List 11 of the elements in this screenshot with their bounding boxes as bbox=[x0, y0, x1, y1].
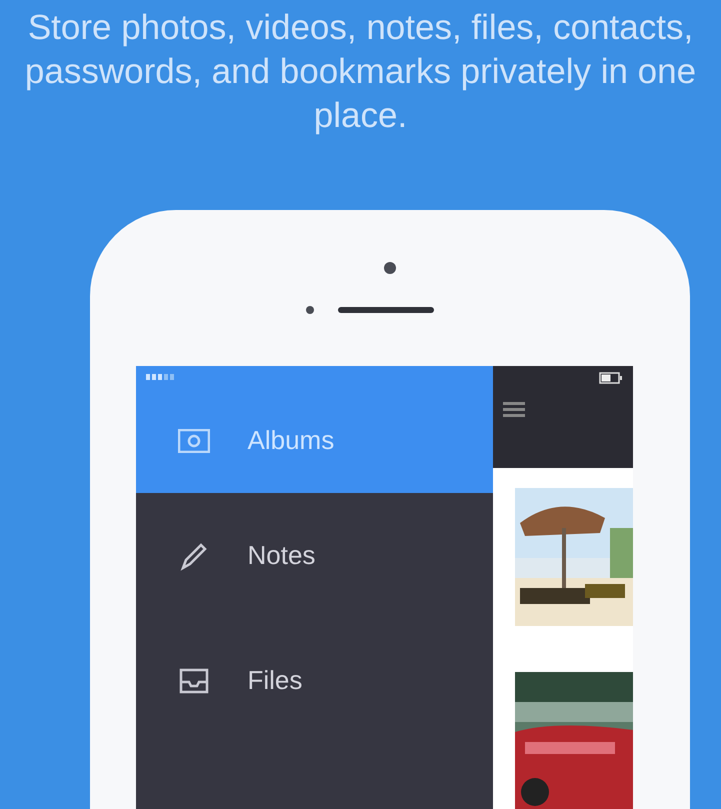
camera-lens bbox=[384, 262, 396, 274]
signal-icon bbox=[146, 373, 176, 381]
pencil-icon bbox=[178, 540, 208, 570]
menu-item[interactable]: Files bbox=[136, 618, 492, 743]
battery-icon bbox=[598, 372, 622, 384]
sensor-dot bbox=[306, 306, 314, 314]
menu-icon[interactable] bbox=[502, 402, 524, 418]
headline: Store photos, videos, notes, files, contacts, passwords, and bookmarks privately in one place. bbox=[24, 7, 698, 137]
camera-icon bbox=[178, 428, 210, 452]
menu-item[interactable]: Notes bbox=[136, 493, 492, 618]
inbox-icon bbox=[178, 668, 208, 694]
